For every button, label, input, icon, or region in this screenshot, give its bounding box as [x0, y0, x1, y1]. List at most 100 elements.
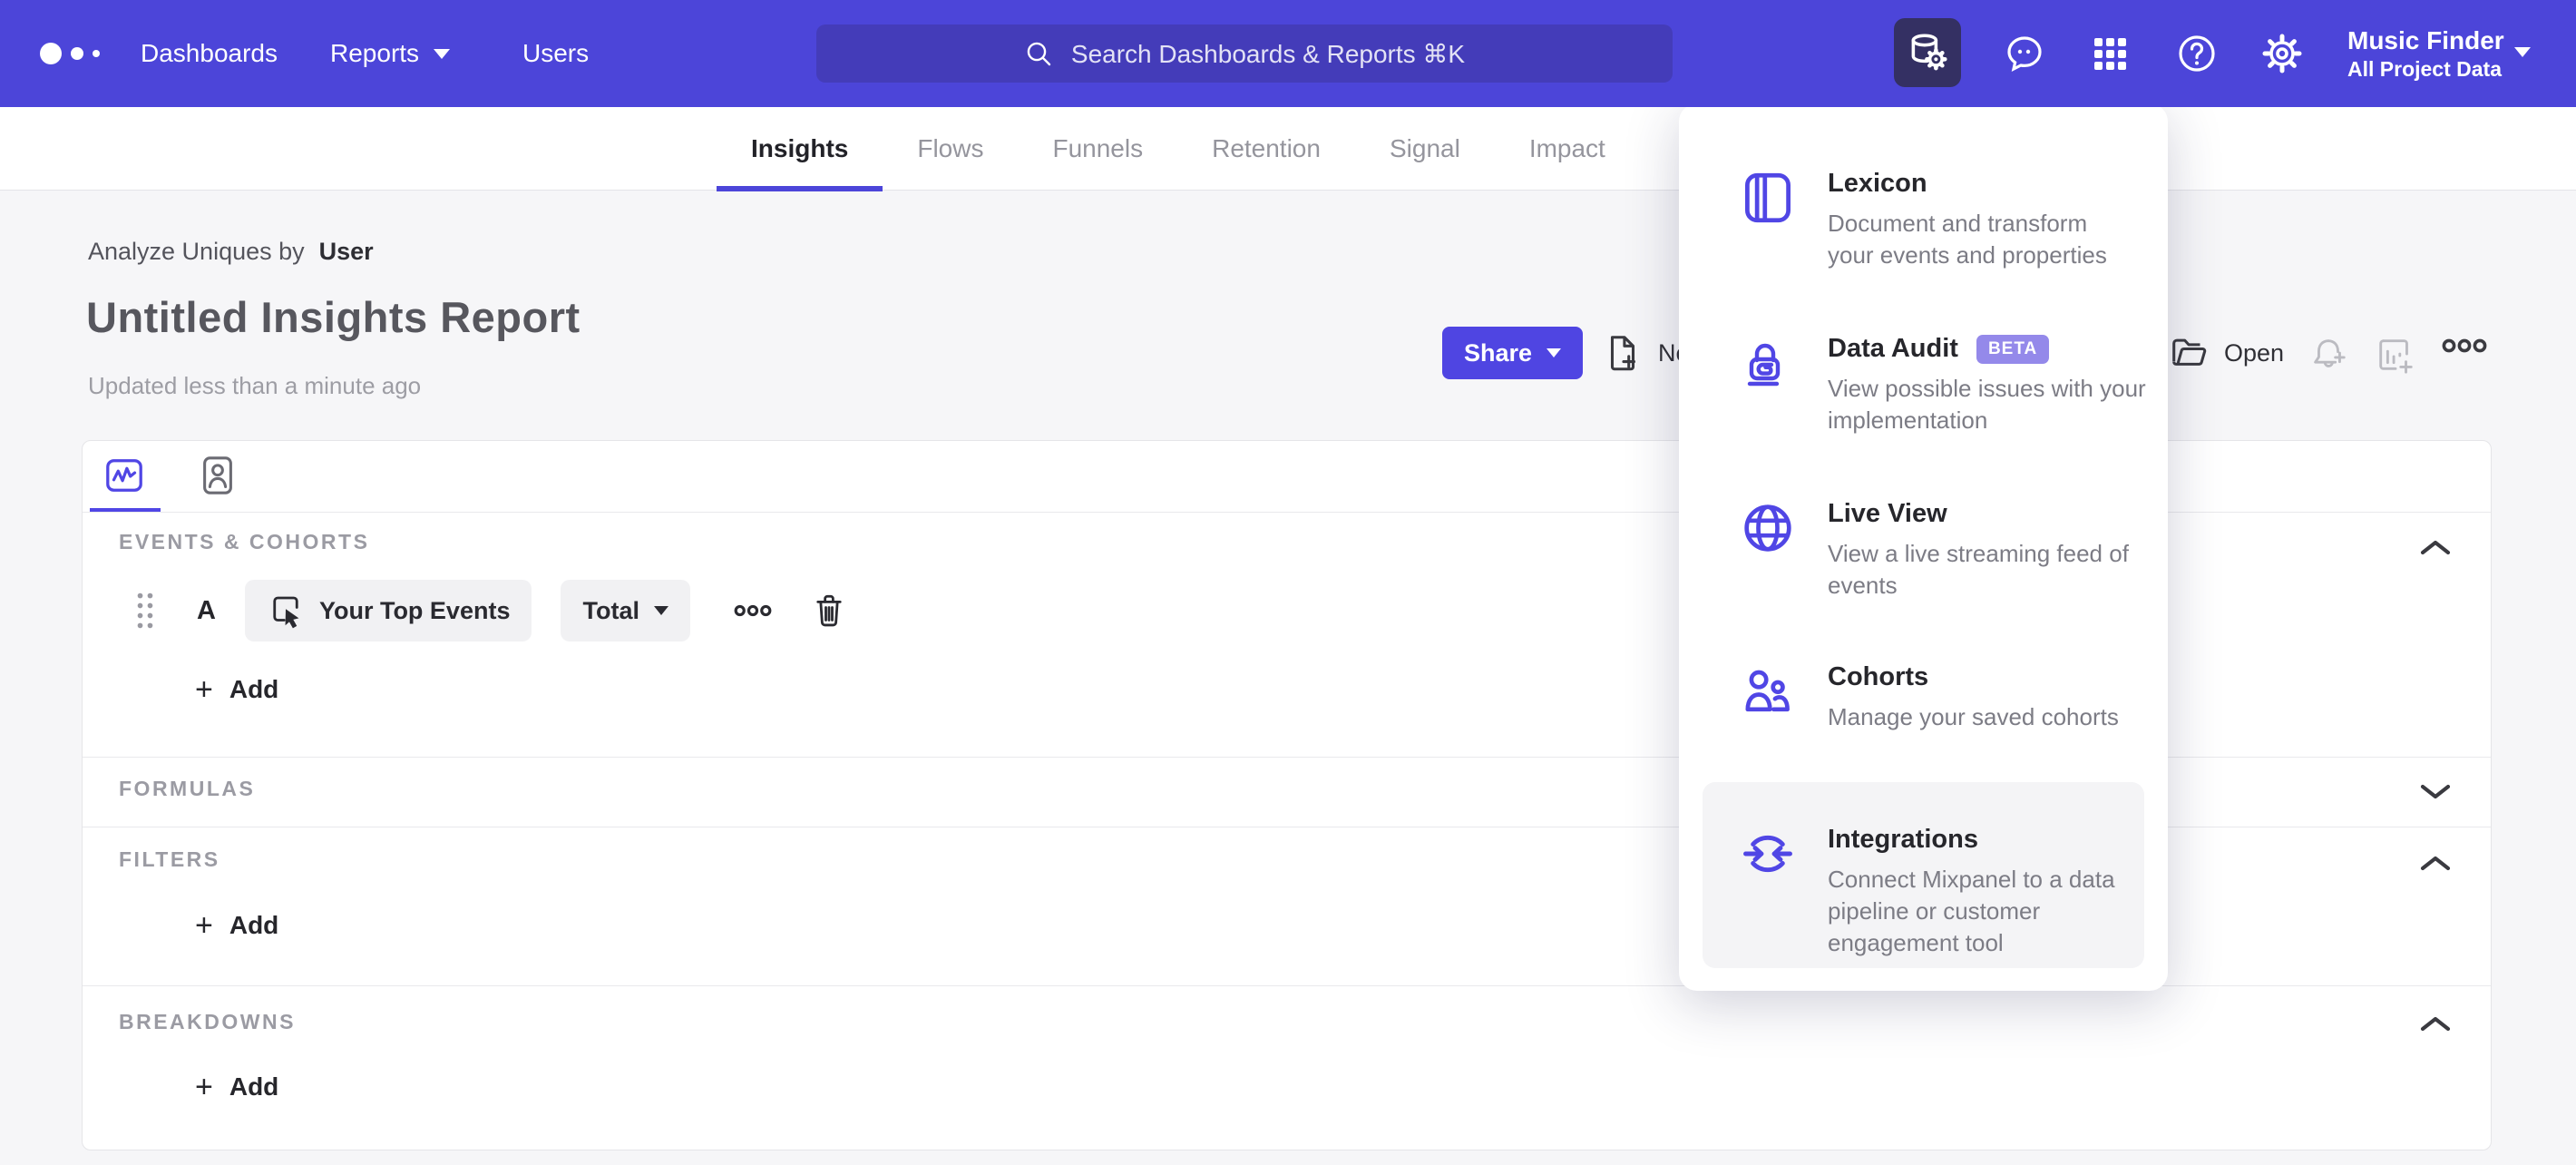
section-breakdowns-label: BREAKDOWNS — [119, 1010, 296, 1033]
menu-item-desc: View a live streaming feed of events — [1828, 540, 2129, 599]
metric-selector-label: Total — [582, 596, 639, 624]
plus-icon: + — [195, 1070, 213, 1104]
tab-signal[interactable]: Signal — [1355, 107, 1495, 191]
chart-plus-icon — [2379, 339, 2413, 374]
search-placeholder: Search Dashboards & Reports ⌘K — [1070, 39, 1466, 68]
tab-impact-label: Impact — [1528, 134, 1605, 162]
help-button[interactable] — [2175, 32, 2219, 75]
chevron-down-icon — [434, 48, 451, 59]
menu-item-title: Live View — [1828, 499, 1947, 528]
lexicon-icon — [1742, 172, 1793, 223]
nav-users-label: Users — [522, 39, 590, 67]
nav-reports-label: Reports — [330, 39, 420, 67]
data-audit-lock-icon — [1742, 338, 1793, 388]
collapse-events-chevron-up[interactable] — [2420, 539, 2451, 557]
logo-dot-large — [40, 43, 62, 64]
analyze-uniques-row: Analyze Uniques by User — [88, 238, 374, 266]
report-title[interactable]: Untitled Insights Report — [86, 292, 581, 342]
logo-dot-small — [93, 50, 100, 57]
more-dots-icon — [734, 604, 772, 617]
section-events-cohorts-label: EVENTS & COHORTS — [119, 530, 370, 553]
beta-badge: BETA — [1976, 334, 2050, 364]
tab-funnels[interactable]: Funnels — [1018, 107, 1177, 191]
analyze-value-selector[interactable]: User — [319, 238, 374, 265]
add-event-button[interactable]: + Add — [195, 672, 279, 707]
menu-item-desc: Manage your saved cohorts — [1828, 703, 2119, 730]
event-selector-label: Your Top Events — [318, 596, 511, 624]
tab-insights-label: Insights — [751, 134, 849, 162]
collapse-breakdowns-chevron-up[interactable] — [2420, 1015, 2451, 1033]
share-chevron-down-icon — [1547, 348, 1562, 357]
menu-item-lexicon[interactable]: Lexicon Document and transform your even… — [1742, 169, 2127, 271]
project-name: Music Finder — [2347, 26, 2504, 54]
menu-item-desc: Document and transform your events and p… — [1828, 210, 2107, 269]
menu-item-desc: Connect Mixpanel to a data pipeline or c… — [1828, 866, 2115, 956]
section-formulas-label: FORMULAS — [119, 777, 256, 800]
insights-chart-icon — [106, 459, 142, 492]
nav-users[interactable]: Users — [522, 39, 589, 68]
report-updated-timestamp: Updated less than a minute ago — [88, 372, 422, 399]
drag-handle[interactable] — [133, 590, 157, 631]
grid-icon — [2094, 38, 2126, 70]
open-report-label: Open — [2224, 338, 2285, 367]
add-filter-button[interactable]: + Add — [195, 908, 279, 943]
integrations-sync-icon — [1742, 828, 1793, 879]
data-management-dropdown: Lexicon Document and transform your even… — [1679, 103, 2168, 991]
project-selector[interactable]: Music Finder All Project Data — [2347, 25, 2504, 82]
tab-insights[interactable]: Insights — [717, 107, 883, 191]
event-click-icon — [273, 596, 299, 629]
event-row-delete-button[interactable] — [810, 592, 848, 630]
project-scope: All Project Data — [2347, 57, 2502, 81]
profiles-view-tab[interactable] — [196, 452, 239, 499]
menu-item-data-audit[interactable]: Data Audit BETA View possible issues wit… — [1742, 334, 2191, 436]
more-dots-icon — [2442, 338, 2487, 353]
report-more-button[interactable] — [2442, 336, 2487, 356]
nav-dashboards[interactable]: Dashboards — [141, 39, 278, 68]
settings-button[interactable] — [2260, 32, 2304, 75]
add-event-label: Add — [229, 675, 279, 703]
tab-retention[interactable]: Retention — [1177, 107, 1355, 191]
metric-chevron-down-icon — [653, 606, 668, 615]
top-navigation-bar: Dashboards Reports Users Search Dashboar… — [0, 0, 2576, 107]
create-alert-button[interactable] — [2308, 334, 2349, 376]
metrics-view-tab[interactable] — [102, 452, 146, 499]
nav-dashboards-label: Dashboards — [141, 39, 278, 67]
feedback-button[interactable] — [2003, 32, 2046, 75]
tab-flows-label: Flows — [917, 134, 984, 162]
metric-selector-button[interactable]: Total — [561, 580, 690, 641]
menu-item-live-view[interactable]: Live View View a live streaming feed of … — [1742, 499, 2191, 602]
menu-item-integrations[interactable]: Integrations Connect Mixpanel to a data … — [1742, 825, 2154, 959]
menu-item-title: Data Audit — [1828, 334, 1958, 363]
global-search-input[interactable]: Search Dashboards & Reports ⌘K — [816, 24, 1673, 83]
collapse-filters-chevron-up[interactable] — [2420, 855, 2451, 873]
help-icon — [2179, 35, 2215, 72]
add-filter-label: Add — [229, 911, 279, 939]
share-button-label: Share — [1464, 338, 1533, 367]
menu-item-title: Lexicon — [1828, 169, 1927, 198]
mixpanel-logo[interactable] — [40, 43, 100, 64]
apps-grid-button[interactable] — [2088, 32, 2132, 75]
database-gear-icon — [1911, 34, 1947, 71]
report-tabs: Insights Flows Funnels Retention Signal … — [717, 107, 1640, 191]
share-button[interactable]: Share — [1442, 327, 1584, 379]
plus-icon: + — [195, 908, 213, 943]
add-breakdown-button[interactable]: + Add — [195, 1070, 278, 1104]
trash-icon — [816, 594, 842, 627]
nav-reports[interactable]: Reports — [330, 39, 451, 68]
event-row-more-button[interactable] — [734, 592, 772, 630]
add-to-dashboard-button[interactable] — [2375, 334, 2416, 376]
tab-impact[interactable]: Impact — [1495, 107, 1640, 191]
expand-formulas-chevron-down[interactable] — [2420, 782, 2451, 800]
tab-flows[interactable]: Flows — [883, 107, 1018, 191]
new-document-icon — [1610, 336, 1635, 371]
menu-item-title: Integrations — [1828, 825, 1978, 854]
data-management-button[interactable] — [1894, 18, 1961, 87]
event-selector-button[interactable]: Your Top Events — [244, 580, 532, 641]
plus-icon: + — [195, 672, 213, 707]
cohorts-people-icon — [1742, 666, 1793, 717]
menu-item-cohorts[interactable]: Cohorts Manage your saved cohorts — [1742, 662, 2209, 733]
gear-icon — [2262, 34, 2302, 73]
tab-retention-label: Retention — [1212, 134, 1321, 162]
mixpanel-app: Dashboards Reports Users Search Dashboar… — [0, 0, 2576, 1165]
section-filters-label: FILTERS — [119, 847, 220, 871]
